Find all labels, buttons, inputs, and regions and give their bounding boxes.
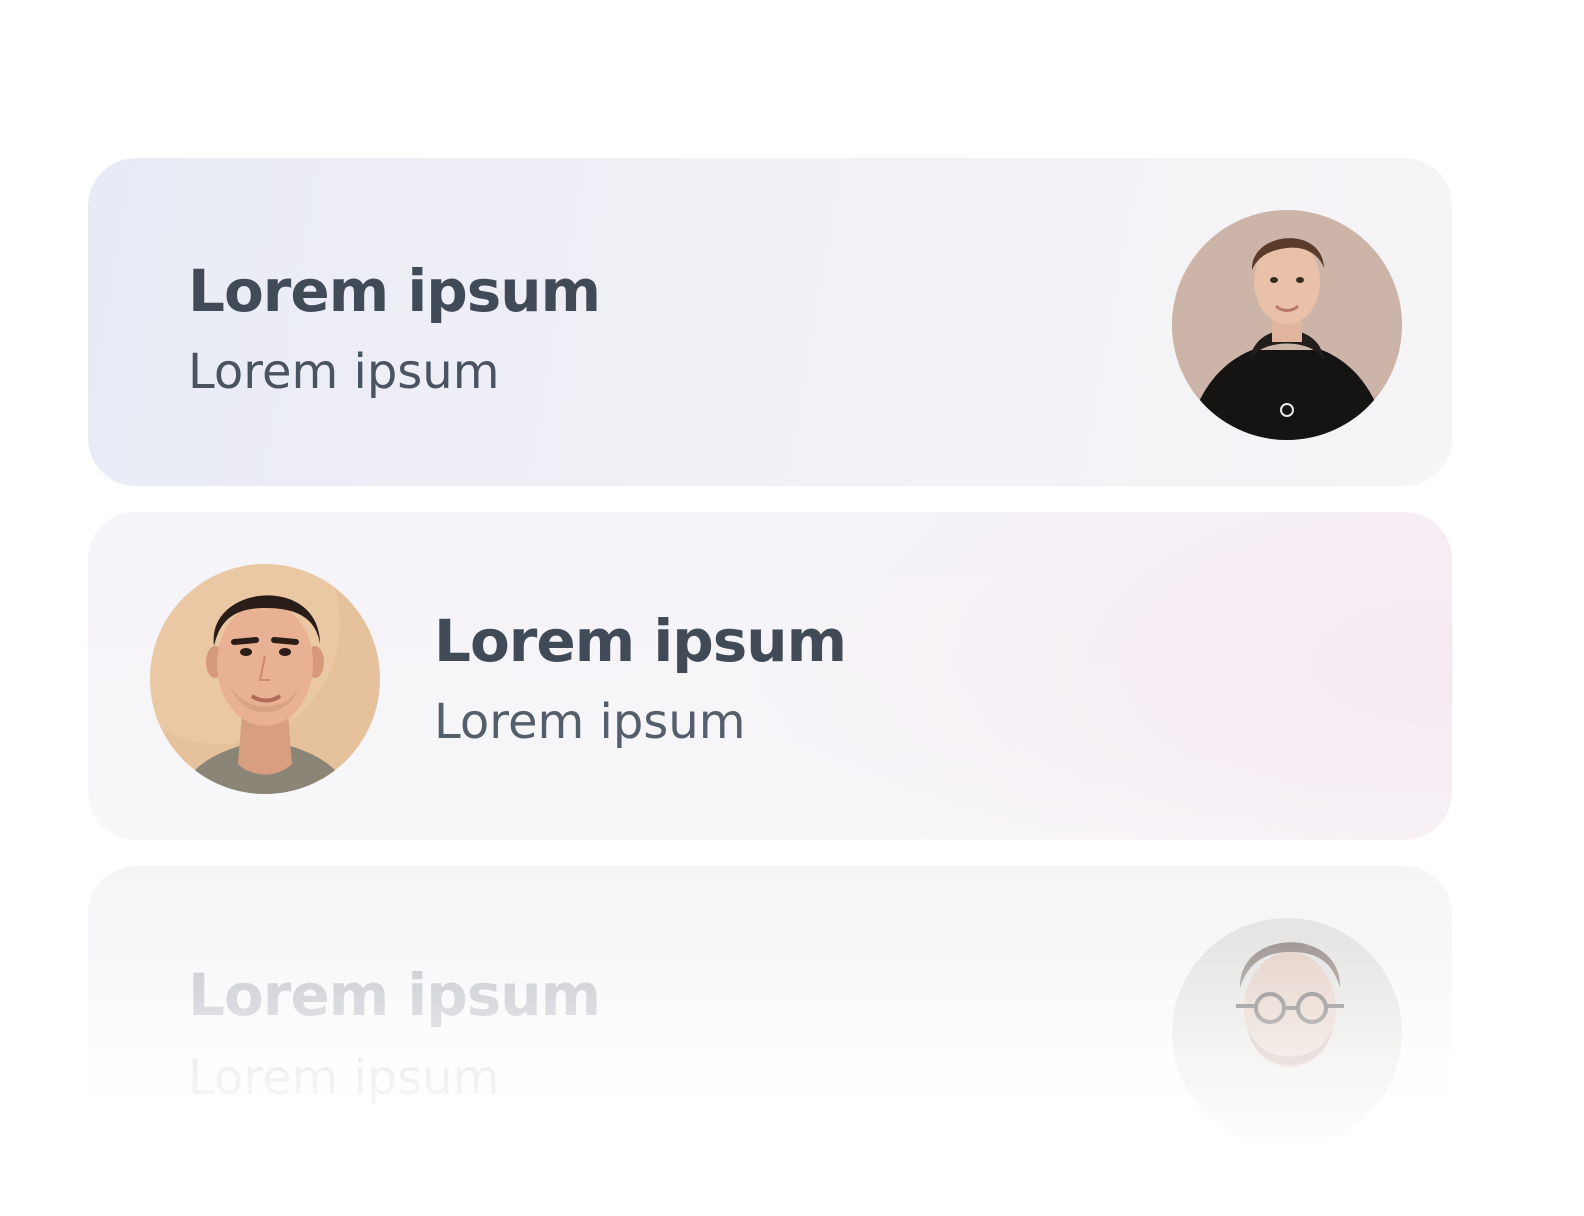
list-card[interactable]: Lorem ipsum Lorem ipsum (88, 158, 1452, 486)
avatar-photo-glasses-man-icon (1172, 918, 1402, 1148)
card-title: Lorem ipsum (434, 607, 847, 675)
avatar-photo-hoodie-man-icon (1172, 210, 1402, 440)
card-subtitle: Lorem ipsum (434, 694, 746, 750)
card-title: Lorem ipsum (188, 257, 601, 325)
card-subtitle: Lorem ipsum (188, 344, 500, 400)
card-title: Lorem ipsum (188, 961, 601, 1029)
list-card[interactable]: Lorem ipsum Lorem ipsum (88, 866, 1452, 1194)
card-subtitle: Lorem ipsum (188, 1050, 500, 1106)
list-card[interactable]: Lorem ipsum Lorem ipsum (88, 512, 1452, 840)
avatar-photo-dark-hair-man-icon (150, 564, 380, 794)
